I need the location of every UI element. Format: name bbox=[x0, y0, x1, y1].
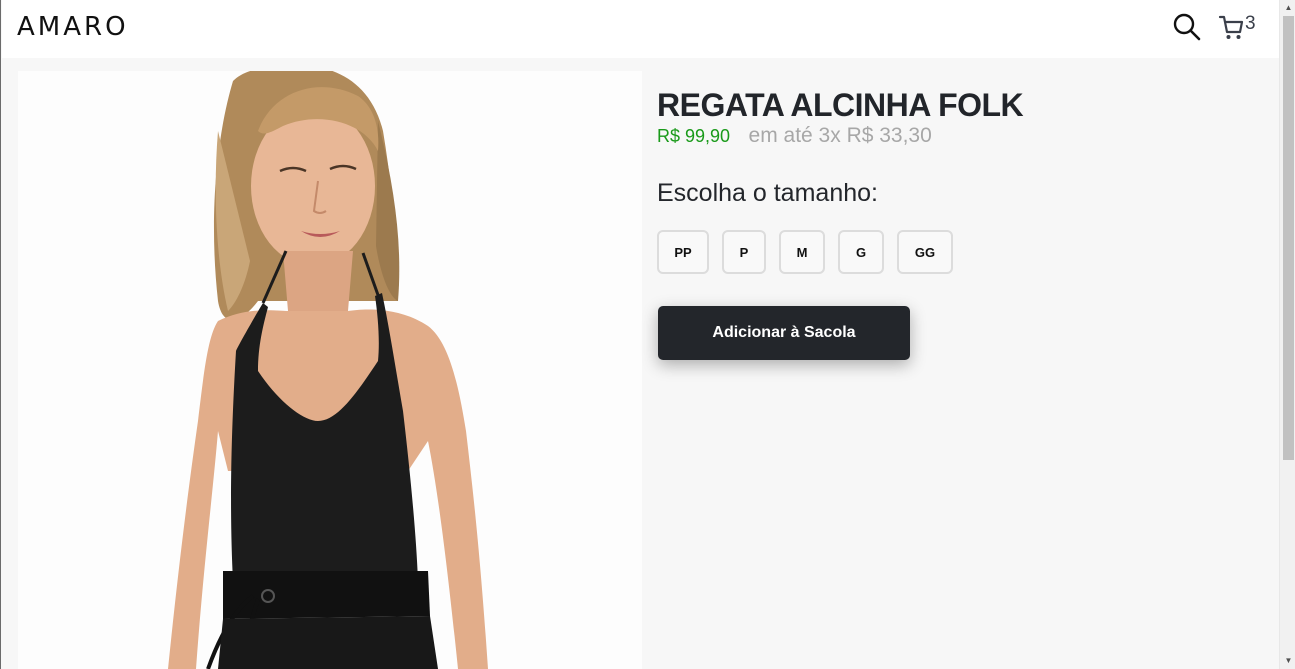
size-button-pp[interactable]: PP bbox=[657, 230, 709, 274]
scroll-down-arrow-icon[interactable]: ▼ bbox=[1280, 653, 1295, 669]
cart-icon bbox=[1218, 15, 1244, 39]
size-button-p[interactable]: P bbox=[722, 230, 766, 274]
search-button[interactable] bbox=[1172, 12, 1202, 42]
size-button-g[interactable]: G bbox=[838, 230, 884, 274]
product-price: R$ 99,90 bbox=[657, 126, 731, 146]
brand-logo[interactable]: AMARO bbox=[17, 13, 129, 41]
top-header: AMARO 3 bbox=[2, 0, 1279, 58]
product-info: REGATA ALCINHA FOLK R$ 99,90 em até 3x R… bbox=[657, 86, 1024, 208]
page-frame: AMARO 3 REGATA ALCINHA FOLK R$ 99,90 em … bbox=[0, 0, 1295, 669]
search-icon bbox=[1173, 13, 1201, 41]
product-title: REGATA ALCINHA FOLK bbox=[657, 87, 1024, 123]
model-illustration bbox=[18, 71, 642, 669]
cart-button[interactable]: 3 bbox=[1218, 12, 1262, 42]
installments-text: em até 3x R$ 33,30 bbox=[748, 124, 932, 147]
size-button-m[interactable]: M bbox=[779, 230, 825, 274]
size-heading: Escolha o tamanho: bbox=[657, 179, 878, 207]
size-selector: PP P M G GG bbox=[657, 230, 966, 274]
price-row: R$ 99,90 em até 3x R$ 33,30 bbox=[657, 124, 1023, 150]
product-photo bbox=[18, 71, 642, 669]
scroll-thumb[interactable] bbox=[1283, 16, 1294, 460]
vertical-scrollbar[interactable]: ▲ ▼ bbox=[1279, 0, 1295, 669]
size-button-gg[interactable]: GG bbox=[897, 230, 953, 274]
scroll-up-arrow-icon[interactable]: ▲ bbox=[1280, 0, 1295, 16]
add-to-bag-button[interactable]: Adicionar à Sacola bbox=[658, 306, 910, 360]
cart-count-badge: 3 bbox=[1245, 13, 1256, 34]
